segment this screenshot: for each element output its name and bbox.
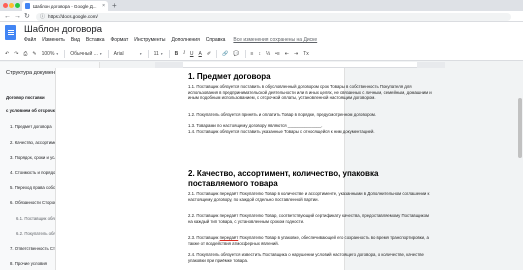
font-size-value: 11 <box>153 51 159 57</box>
docs-favicon-icon <box>25 3 30 9</box>
clear-formatting-icon[interactable]: Tx <box>303 48 309 60</box>
maximize-window-button[interactable] <box>15 3 20 8</box>
browser-tab-bar: Шаблон договора - Google Д... × + <box>0 0 523 11</box>
vertical-scrollbar[interactable] <box>517 68 522 270</box>
highlight-icon[interactable]: ✐ <box>207 48 211 60</box>
font-size-select[interactable]: 11 ▾ <box>154 51 163 57</box>
menu-bar: Файл Изменить Вид Вставка Формат Инструм… <box>24 37 317 43</box>
link-icon[interactable]: 🔗 <box>222 48 228 60</box>
star-icon[interactable]: ☆ <box>93 25 99 33</box>
heading-2-line-2[interactable]: поставляемого товара <box>188 179 278 188</box>
forward-icon[interactable]: → <box>14 12 21 21</box>
site-info-icon[interactable]: ⓘ <box>40 13 45 20</box>
paragraph-2-2[interactable]: 2.2. Поставщик передаёт Покупателю Товар… <box>188 213 433 224</box>
reload-icon[interactable]: ↻ <box>24 12 30 21</box>
close-window-button[interactable] <box>3 3 8 8</box>
menu-edit[interactable]: Изменить <box>42 37 65 43</box>
toolbar-divider <box>168 50 170 58</box>
paragraph-1-2[interactable]: 1.2. Покупатель обязуется принять и опла… <box>188 112 433 118</box>
ruler-right-margin <box>417 62 445 68</box>
align-icon[interactable]: ≡ <box>251 48 254 60</box>
paragraph-2-3-start: 2.3. Поставщик <box>188 235 220 240</box>
paragraph-1-4[interactable]: 1.4. Поставщик обязуется поставить указа… <box>188 129 433 135</box>
chevron-down-icon: ▾ <box>160 52 163 56</box>
outline-title: Структура документа <box>6 70 61 76</box>
toolbar-divider <box>64 50 66 58</box>
toolbar-divider <box>216 50 218 58</box>
style-value: Обычный ... <box>70 51 98 57</box>
bold-button[interactable]: B <box>175 48 179 60</box>
toolbar-divider <box>147 50 149 58</box>
underline-button[interactable]: U <box>190 48 194 60</box>
heading-1[interactable]: 1. Предмет договора <box>188 72 271 81</box>
decrease-indent-icon[interactable]: ⇤ <box>285 48 289 60</box>
font-select[interactable]: Arial ▾ <box>114 51 142 57</box>
toolbar-divider <box>244 50 246 58</box>
italic-button[interactable]: I <box>183 48 185 60</box>
browser-tab[interactable]: Шаблон договора - Google Д... × <box>22 1 108 11</box>
chevron-down-icon: ▾ <box>139 52 142 56</box>
spellcheck-word[interactable]: передаёт <box>220 235 239 240</box>
numbered-list-icon[interactable]: ⅓ <box>266 48 270 60</box>
address-bar: ← → ↻ ⓘ https://docs.google.com/ <box>0 11 523 22</box>
minimize-window-button[interactable] <box>9 3 14 8</box>
scrollbar-thumb[interactable] <box>517 98 522 158</box>
paint-format-icon[interactable]: ✎ <box>32 48 36 60</box>
undo-icon[interactable]: ↶ <box>5 48 9 60</box>
back-icon[interactable]: ← <box>4 12 11 21</box>
font-value: Arial <box>113 51 124 57</box>
line-spacing-icon[interactable]: ↕ <box>258 48 261 60</box>
formatting-toolbar: ↶ ↷ ⎙ ✎ 100% ▾ Обычный ... ▾ Arial ▾ 11 ▾ B … <box>0 48 523 61</box>
zoom-value: 100% <box>41 51 55 57</box>
menu-addons[interactable]: Дополнения <box>171 37 199 43</box>
text-color-button[interactable]: A <box>199 48 202 60</box>
paragraph-1-1[interactable]: 1.1. Поставщик обязуется поставить в обу… <box>188 84 433 101</box>
heading-2-line-1[interactable]: 2. Качество, ассортимент, количество, уп… <box>188 169 378 178</box>
paragraph-2-4[interactable]: 2.4. Покупатель обязуется известить Пост… <box>188 252 433 263</box>
bulleted-list-icon[interactable]: •≡ <box>275 48 280 60</box>
save-status[interactable]: Все изменения сохранены на Диске <box>233 37 317 43</box>
toolbar-divider <box>107 50 109 58</box>
menu-tools[interactable]: Инструменты <box>134 37 165 43</box>
chevron-down-icon: ▾ <box>56 52 59 56</box>
menu-view[interactable]: Вид <box>71 37 80 43</box>
tab-title: Шаблон договора - Google Д... <box>33 3 97 9</box>
comment-icon[interactable]: 💬 <box>233 48 239 60</box>
paragraph-1-3[interactable]: 1.3. Товарами по настоящему договору явл… <box>188 123 433 129</box>
increase-indent-icon[interactable]: ⇥ <box>294 48 298 60</box>
paragraph-2-1[interactable]: 2.1. Поставщик передаёт Покупателю Товар… <box>188 191 433 202</box>
url-input[interactable]: ⓘ https://docs.google.com/ <box>36 12 511 21</box>
document-title[interactable]: Шаблон договора <box>24 24 102 35</box>
new-tab-button[interactable]: + <box>112 1 117 10</box>
menu-format[interactable]: Формат <box>111 37 129 43</box>
menu-help[interactable]: Справка <box>206 37 226 43</box>
tab-close-icon[interactable]: × <box>102 3 105 9</box>
menu-file[interactable]: Файл <box>24 37 36 43</box>
docs-logo-icon[interactable] <box>5 25 16 40</box>
menu-insert[interactable]: Вставка <box>86 37 105 43</box>
url-text: https://docs.google.com/ <box>48 14 98 19</box>
docs-header: Шаблон договора ☆ Файл Изменить Вид Вста… <box>0 22 523 48</box>
zoom-select[interactable]: 100% ▾ <box>42 51 59 57</box>
redo-icon[interactable]: ↷ <box>14 48 18 60</box>
print-icon[interactable]: ⎙ <box>23 48 27 60</box>
style-select[interactable]: Обычный ... ▾ <box>70 51 101 57</box>
chevron-down-icon: ▾ <box>99 52 102 56</box>
paragraph-2-3[interactable]: 2.3. Поставщик передаёт Покупателю Товар… <box>188 235 433 246</box>
